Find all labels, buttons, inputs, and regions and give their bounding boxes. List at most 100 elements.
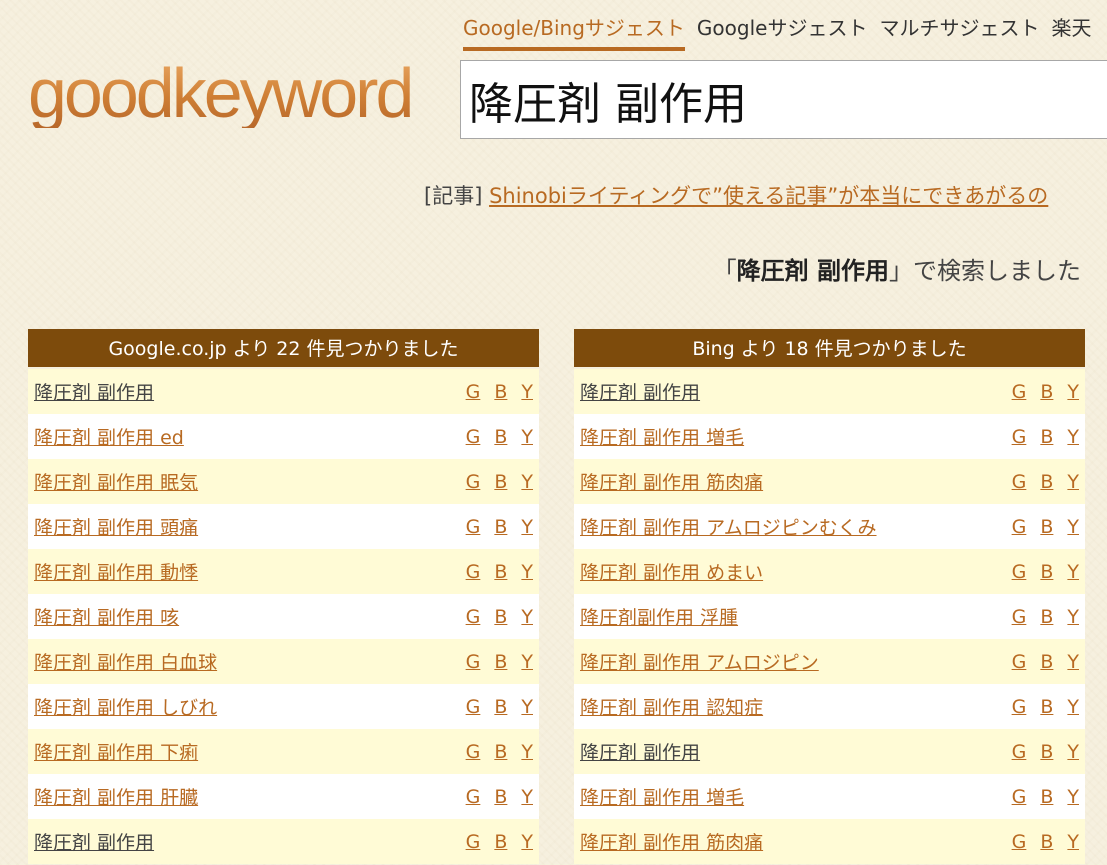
bing-search-link[interactable]: B — [1040, 381, 1053, 403]
tab-rakuten[interactable]: 楽天 — [1051, 12, 1091, 47]
keyword-link[interactable]: 降圧剤 副作用 認知症 — [580, 693, 998, 720]
google-search-link[interactable]: G — [466, 381, 481, 403]
google-search-link[interactable]: G — [1012, 831, 1027, 853]
keyword-link[interactable]: 降圧剤 副作用 — [580, 378, 998, 405]
keyword-link[interactable]: 降圧剤 副作用 筋肉痛 — [580, 468, 998, 495]
yahoo-search-link[interactable]: Y — [521, 786, 533, 808]
yahoo-search-link[interactable]: Y — [1067, 516, 1079, 538]
google-search-link[interactable]: G — [466, 786, 481, 808]
yahoo-search-link[interactable]: Y — [1067, 741, 1079, 763]
google-search-link[interactable]: G — [466, 426, 481, 448]
keyword-link[interactable]: 降圧剤 副作用 — [580, 738, 998, 765]
tab-google-bing-suggest[interactable]: Google/Bingサジェスト — [463, 12, 685, 51]
yahoo-search-link[interactable]: Y — [521, 516, 533, 538]
bing-search-link[interactable]: B — [494, 651, 507, 673]
google-result-row: 降圧剤 副作用 頭痛 G B Y — [28, 504, 539, 549]
yahoo-search-link[interactable]: Y — [1067, 471, 1079, 493]
keyword-link[interactable]: 降圧剤 副作用 増毛 — [580, 783, 998, 810]
keyword-link[interactable]: 降圧剤 副作用 アムロジピンむくみ — [580, 513, 998, 540]
search-input[interactable] — [460, 60, 1107, 139]
bing-search-link[interactable]: B — [1040, 786, 1053, 808]
tab-multi-suggest[interactable]: マルチサジェスト — [879, 12, 1039, 47]
yahoo-search-link[interactable]: Y — [1067, 561, 1079, 583]
bing-results-panel: Bing より 18 件見つかりました 降圧剤 副作用 G B Y 降圧剤 副作用 増毛… — [574, 329, 1085, 864]
article-link[interactable]: Shinobiライティングで”使える記事”が本当にできあがるの — [489, 184, 1048, 208]
keyword-link[interactable]: 降圧剤 副作用 — [34, 828, 452, 855]
keyword-link[interactable]: 降圧剤 副作用 アムロジピン — [580, 648, 998, 675]
yahoo-search-link[interactable]: Y — [521, 741, 533, 763]
google-search-link[interactable]: G — [1012, 426, 1027, 448]
bing-search-link[interactable]: B — [1040, 561, 1053, 583]
keyword-link[interactable]: 降圧剤 副作用 増毛 — [580, 423, 998, 450]
site-logo[interactable]: goodkeyword — [28, 58, 414, 128]
google-search-link[interactable]: G — [1012, 381, 1027, 403]
yahoo-search-link[interactable]: Y — [1067, 651, 1079, 673]
keyword-link[interactable]: 降圧剤 副作用 ed — [34, 423, 452, 450]
bing-search-link[interactable]: B — [1040, 741, 1053, 763]
bing-search-link[interactable]: B — [1040, 471, 1053, 493]
google-search-link[interactable]: G — [1012, 741, 1027, 763]
google-search-link[interactable]: G — [466, 561, 481, 583]
yahoo-search-link[interactable]: Y — [521, 606, 533, 628]
yahoo-search-link[interactable]: Y — [521, 831, 533, 853]
keyword-link[interactable]: 降圧剤 副作用 眠気 — [34, 468, 452, 495]
bing-search-link[interactable]: B — [494, 426, 507, 448]
google-search-link[interactable]: G — [1012, 471, 1027, 493]
yahoo-search-link[interactable]: Y — [1067, 381, 1079, 403]
yahoo-search-link[interactable]: Y — [521, 561, 533, 583]
yahoo-search-link[interactable]: Y — [521, 696, 533, 718]
yahoo-search-link[interactable]: Y — [521, 426, 533, 448]
keyword-link[interactable]: 降圧剤副作用 浮腫 — [580, 603, 998, 630]
yahoo-search-link[interactable]: Y — [521, 651, 533, 673]
bing-result-row: 降圧剤 副作用 増毛 G B Y — [574, 414, 1085, 459]
google-search-link[interactable]: G — [1012, 516, 1027, 538]
bing-search-link[interactable]: B — [1040, 831, 1053, 853]
keyword-link[interactable]: 降圧剤 副作用 動悸 — [34, 558, 452, 585]
yahoo-search-link[interactable]: Y — [1067, 606, 1079, 628]
keyword-link[interactable]: 降圧剤 副作用 しびれ — [34, 693, 452, 720]
keyword-link[interactable]: 降圧剤 副作用 肝臓 — [34, 783, 452, 810]
keyword-link[interactable]: 降圧剤 副作用 咳 — [34, 603, 452, 630]
bing-search-link[interactable]: B — [1040, 651, 1053, 673]
bing-result-row: 降圧剤 副作用 筋肉痛 G B Y — [574, 459, 1085, 504]
bing-search-link[interactable]: B — [494, 381, 507, 403]
yahoo-search-link[interactable]: Y — [1067, 786, 1079, 808]
google-search-link[interactable]: G — [1012, 561, 1027, 583]
bing-search-link[interactable]: B — [494, 471, 507, 493]
google-search-link[interactable]: G — [1012, 696, 1027, 718]
google-search-link[interactable]: G — [466, 696, 481, 718]
bing-search-link[interactable]: B — [1040, 696, 1053, 718]
google-search-link[interactable]: G — [1012, 651, 1027, 673]
yahoo-search-link[interactable]: Y — [521, 381, 533, 403]
yahoo-search-link[interactable]: Y — [1067, 831, 1079, 853]
google-search-link[interactable]: G — [1012, 786, 1027, 808]
google-search-link[interactable]: G — [466, 831, 481, 853]
keyword-link[interactable]: 降圧剤 副作用 頭痛 — [34, 513, 452, 540]
google-search-link[interactable]: G — [466, 651, 481, 673]
google-search-link[interactable]: G — [1012, 606, 1027, 628]
yahoo-search-link[interactable]: Y — [521, 471, 533, 493]
keyword-link[interactable]: 降圧剤 副作用 下痢 — [34, 738, 452, 765]
yahoo-search-link[interactable]: Y — [1067, 696, 1079, 718]
bing-search-link[interactable]: B — [494, 696, 507, 718]
bing-search-link[interactable]: B — [494, 516, 507, 538]
bing-search-link[interactable]: B — [494, 831, 507, 853]
bing-search-link[interactable]: B — [494, 606, 507, 628]
keyword-link[interactable]: 降圧剤 副作用 — [34, 378, 452, 405]
keyword-link[interactable]: 降圧剤 副作用 白血球 — [34, 648, 452, 675]
bing-search-link[interactable]: B — [494, 786, 507, 808]
google-search-link[interactable]: G — [466, 471, 481, 493]
google-search-link[interactable]: G — [466, 741, 481, 763]
bing-search-link[interactable]: B — [494, 561, 507, 583]
bing-search-link[interactable]: B — [1040, 516, 1053, 538]
google-search-link[interactable]: G — [466, 606, 481, 628]
yahoo-search-link[interactable]: Y — [1067, 426, 1079, 448]
bing-search-link[interactable]: B — [1040, 426, 1053, 448]
google-search-link[interactable]: G — [466, 516, 481, 538]
bing-result-row: 降圧剤 副作用 めまい G B Y — [574, 549, 1085, 594]
keyword-link[interactable]: 降圧剤 副作用 筋肉痛 — [580, 828, 998, 855]
bing-search-link[interactable]: B — [1040, 606, 1053, 628]
keyword-link[interactable]: 降圧剤 副作用 めまい — [580, 558, 998, 585]
tab-google-suggest[interactable]: Googleサジェスト — [697, 12, 868, 47]
bing-search-link[interactable]: B — [494, 741, 507, 763]
